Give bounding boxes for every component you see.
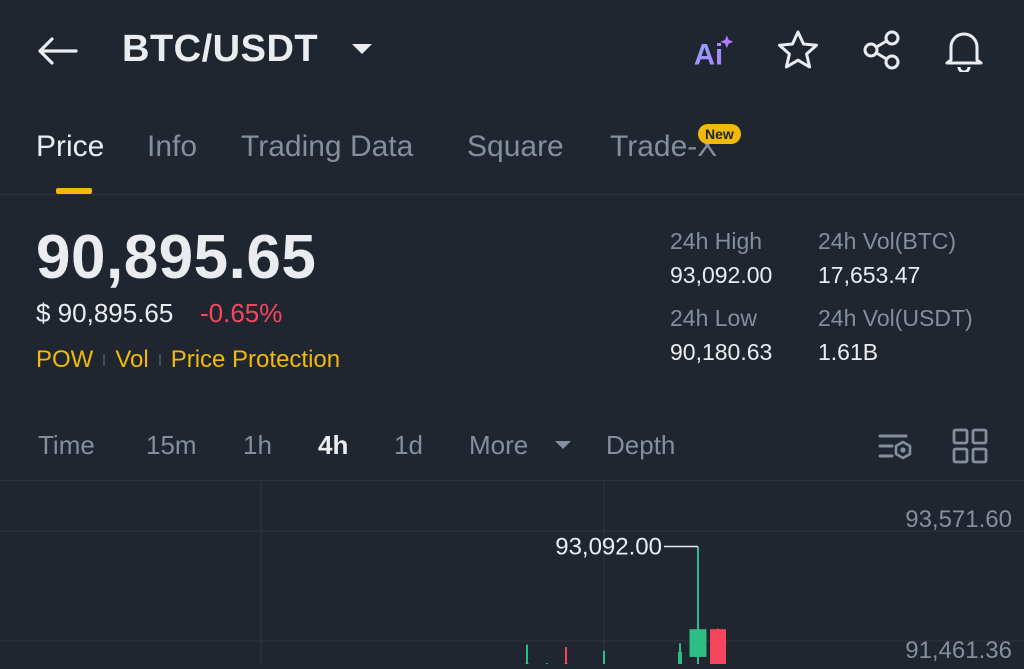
high-marker-label: 93,092.00 <box>555 534 662 561</box>
stat-vol-btc-label: 24h Vol(BTC) <box>818 228 957 254</box>
favorite-button[interactable] <box>776 28 820 72</box>
last-price: 90,895.65 <box>36 223 317 292</box>
caret-down-icon <box>352 44 372 54</box>
ai-icon: Ai <box>694 35 734 72</box>
interval-1d[interactable]: 1d <box>394 430 423 461</box>
tag-pow[interactable]: POW <box>36 346 93 374</box>
stat-vol-btc-value: 17,653.47 <box>818 262 921 288</box>
candlestick-chart: 93,571.60 91,461.36 93,092.00 <box>0 481 1024 669</box>
tab-info[interactable]: Info <box>147 130 197 164</box>
bell-icon <box>945 32 983 72</box>
candle-body <box>710 629 726 664</box>
more-dropdown-caret[interactable] <box>553 438 573 457</box>
pair-dropdown-button[interactable] <box>348 34 376 64</box>
star-icon <box>778 30 818 69</box>
grid-icon <box>952 428 988 464</box>
interval-1h[interactable]: 1h <box>243 430 272 461</box>
interval-time[interactable]: Time <box>38 430 95 461</box>
stat-high-value: 93,092.00 <box>670 262 773 288</box>
price-change: -0.65% <box>200 298 283 328</box>
tag-separator <box>103 354 106 366</box>
stat-low-label: 24h Low <box>670 305 757 331</box>
indicator-settings-icon <box>878 434 912 460</box>
stat-low-value: 90,180.63 <box>670 339 773 365</box>
y-axis-label: 91,461.36 <box>905 637 1012 664</box>
ai-button[interactable]: Ai <box>692 28 736 72</box>
interval-depth[interactable]: Depth <box>606 430 675 461</box>
tag-row: POW Vol Price Protection <box>36 346 340 374</box>
indicator-settings-button[interactable] <box>874 424 918 468</box>
tabs-divider <box>0 194 1024 195</box>
svg-text:Ai: Ai <box>694 39 723 72</box>
interval-15m[interactable]: 15m <box>146 430 197 461</box>
tab-square[interactable]: Square <box>467 130 564 164</box>
stat-high-label: 24h High <box>670 228 763 254</box>
price-chart[interactable]: 93,571.60 91,461.36 93,092.00 <box>0 481 1024 669</box>
tag-price-protection[interactable]: Price Protection <box>171 346 340 374</box>
interval-more[interactable]: More <box>469 430 528 461</box>
back-button[interactable] <box>36 30 82 72</box>
stat-vol-usdt-value: 1.61B <box>818 339 879 365</box>
tab-trading-data[interactable]: Trading Data <box>241 130 413 164</box>
layout-grid-button[interactable] <box>948 424 992 468</box>
caret-down-icon <box>555 441 571 449</box>
pair-title[interactable]: BTC/USDT <box>122 28 318 71</box>
new-badge: New <box>698 124 741 144</box>
y-axis-label: 93,571.60 <box>905 506 1012 533</box>
candle-body <box>689 629 707 657</box>
stat-vol-usdt-label: 24h Vol(USDT) <box>818 305 973 331</box>
notifications-button[interactable] <box>942 28 986 72</box>
tab-price[interactable]: Price <box>36 130 104 164</box>
share-icon <box>863 30 900 70</box>
back-arrow-icon <box>38 37 78 65</box>
candle-body <box>678 652 682 664</box>
usd-price: $ 90,895.65 <box>36 298 174 328</box>
tag-vol[interactable]: Vol <box>115 346 148 374</box>
share-button[interactable] <box>860 28 904 72</box>
interval-4h[interactable]: 4h <box>318 430 348 461</box>
tag-separator <box>158 354 161 366</box>
